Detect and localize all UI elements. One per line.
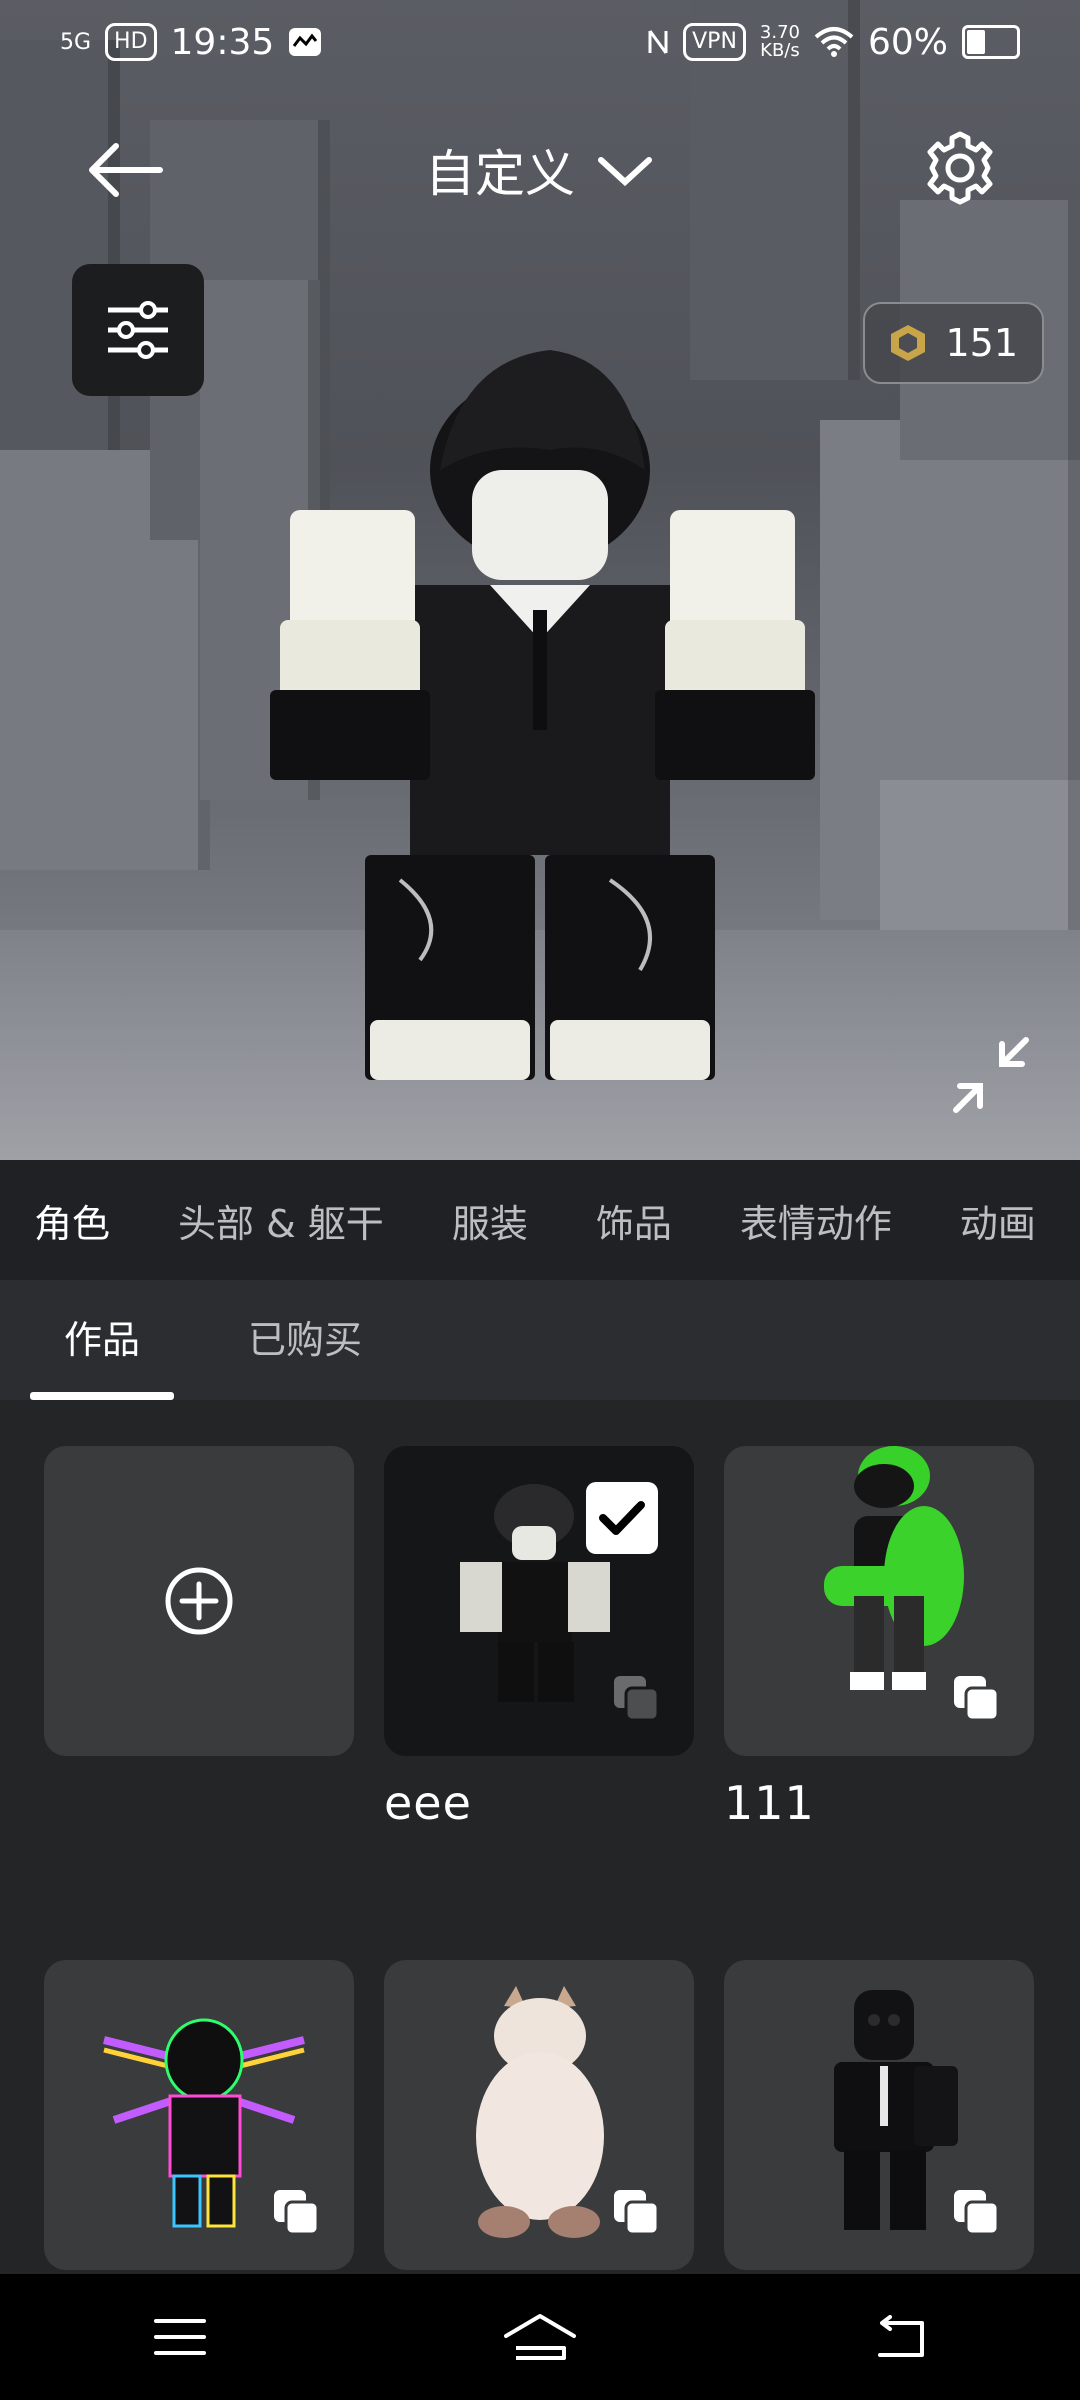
outfit-thumbnail <box>834 1990 958 2230</box>
tab-animations[interactable]: 动画 <box>926 1193 1070 1248</box>
menu-button[interactable] <box>120 2297 240 2377</box>
create-outfit-card[interactable] <box>44 1446 354 1756</box>
stack-icon <box>274 2190 320 2236</box>
clock: 19:35 <box>170 21 275 63</box>
status-left: 5G HD 19:35 <box>60 22 322 63</box>
outfit-card[interactable] <box>44 1960 354 2270</box>
header: 自定义 <box>0 110 1080 230</box>
sub-tabs: 作品 已购买 <box>0 1280 1080 1400</box>
system-nav-bar <box>0 2274 1080 2400</box>
outfit-name: 111 <box>724 1776 815 1830</box>
stack-icon <box>614 1676 660 1722</box>
plus-circle-icon <box>165 1567 233 1635</box>
gear-icon[interactable] <box>920 128 1000 208</box>
back-icon <box>878 2315 924 2357</box>
battery-icon <box>962 25 1020 59</box>
check-icon <box>599 1501 645 1535</box>
stack-icon <box>614 2190 660 2236</box>
vpn-badge: VPN <box>683 23 746 61</box>
title-dropdown[interactable]: 自定义 <box>425 134 655 206</box>
tab-purchased[interactable]: 已购买 <box>214 1280 396 1400</box>
net-speed-unit: KB/s <box>760 40 800 61</box>
outfit-card[interactable] <box>384 1446 694 1756</box>
outfit-card[interactable] <box>384 1960 694 2270</box>
category-tabs: 角色 头部 & 躯干 服装 饰品 表情动作 动画 <box>0 1160 1080 1280</box>
network-indicator: 5G <box>60 29 92 55</box>
message-icon <box>289 28 322 56</box>
battery-percent: 60% <box>867 21 948 63</box>
status-bar: 5G HD 19:35 VPN 3.70 KB/s 60% <box>0 0 1080 84</box>
robux-balance[interactable]: 151 <box>863 302 1044 384</box>
home-icon <box>504 2314 576 2360</box>
page-title: 自定义 <box>425 145 575 203</box>
avatar-figure <box>270 350 815 1080</box>
tab-accessories[interactable]: 饰品 <box>562 1193 706 1248</box>
back-arrow-icon[interactable] <box>80 130 170 210</box>
home-button[interactable] <box>480 2297 600 2377</box>
outfit-thumbnail <box>824 1446 964 1690</box>
outfit-thumbnail <box>476 1986 604 2238</box>
wifi-icon <box>814 27 854 57</box>
back-button[interactable] <box>840 2297 960 2377</box>
outfit-name: eee <box>384 1776 472 1830</box>
selected-checkbox[interactable] <box>586 1482 658 1554</box>
net-speed: 3.70 KB/s <box>760 24 800 60</box>
tab-character[interactable]: 角色 <box>0 1193 144 1248</box>
stack-icon <box>954 1676 1000 1722</box>
stack-icon <box>954 2190 1000 2236</box>
outfit-card[interactable] <box>724 1446 1034 1756</box>
outfit-card[interactable] <box>724 1960 1034 2270</box>
tab-head-body[interactable]: 头部 & 躯干 <box>144 1193 418 1248</box>
adjust-button[interactable] <box>72 264 204 396</box>
collapse-icon[interactable] <box>946 1030 1036 1120</box>
tab-clothing[interactable]: 服装 <box>418 1193 562 1248</box>
chevron-down-icon <box>598 157 652 187</box>
nfc-icon <box>648 30 668 54</box>
status-right: VPN 3.70 KB/s 60% <box>647 22 1020 63</box>
menu-icon <box>154 2319 206 2355</box>
robux-icon <box>891 325 926 361</box>
hd-badge: HD <box>105 23 157 61</box>
tab-emotes[interactable]: 表情动作 <box>706 1193 926 1248</box>
tab-creations[interactable]: 作品 <box>30 1280 175 1400</box>
robux-amount: 151 <box>945 321 1018 365</box>
sliders-icon <box>108 301 168 359</box>
